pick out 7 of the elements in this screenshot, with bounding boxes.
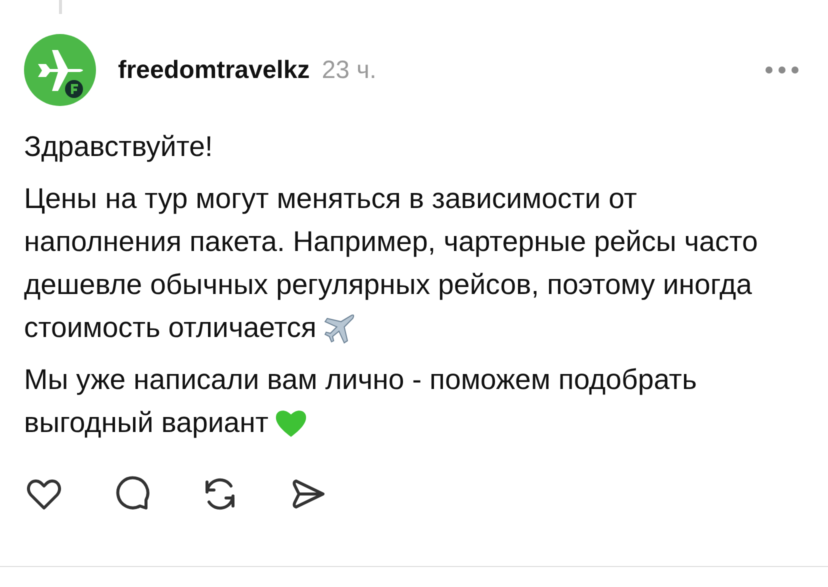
more-options-icon[interactable] [764,65,800,75]
avatar-airplane-icon[interactable] [24,34,96,106]
post-text: Здравствуйте! [24,130,214,165]
post-text: Мы уже написали вам лично - поможем подобрать выгодный вариант [24,363,698,442]
post-text: Цены на тур могут меняться в зависимости от наполнения пакета. Например, чартерные рейсы часто дешевле обычных регулярных рейсов, поэтому иногда стоимость отличается [24,182,759,347]
post-time: 23 ч. [322,56,376,84]
username[interactable]: freedomtravelkz [118,56,310,84]
